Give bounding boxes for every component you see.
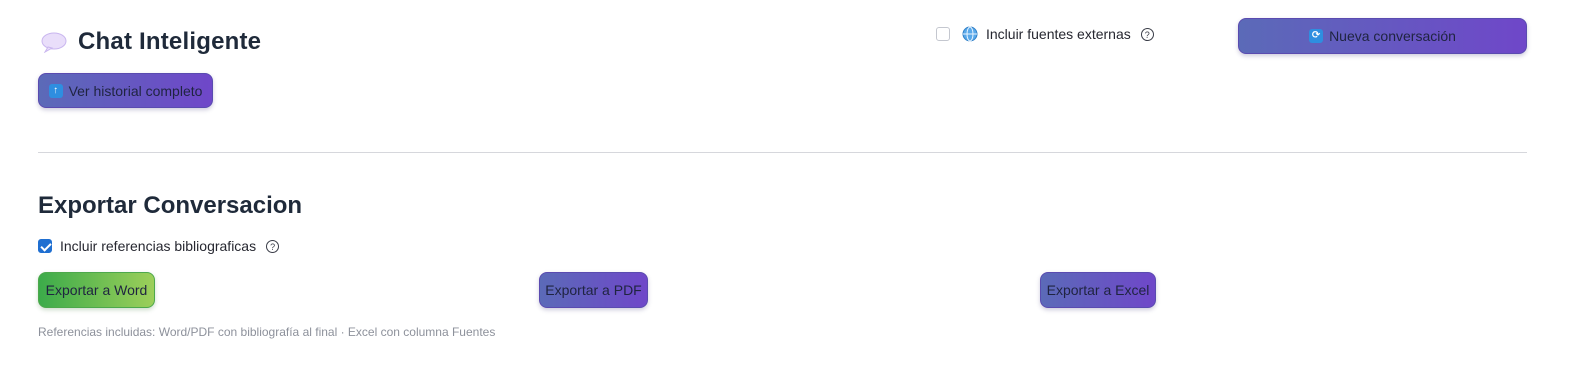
page-header: Chat Inteligente — [40, 28, 261, 56]
external-sources-option[interactable]: Incluir fuentes externas ? — [936, 26, 1154, 42]
export-word-button[interactable]: Exportar a Word — [38, 272, 155, 308]
view-history-button[interactable]: ↑ Ver historial completo — [38, 73, 213, 108]
export-footnote: Referencias incluidas: Word/PDF con bibl… — [38, 325, 496, 339]
help-icon[interactable]: ? — [266, 239, 280, 253]
include-references-label: Incluir referencias bibliograficas — [60, 238, 257, 254]
speech-bubble-icon — [41, 32, 67, 53]
up-arrow-icon: ↑ — [48, 83, 63, 98]
export-excel-label: Exportar a Excel — [1046, 282, 1150, 298]
help-icon[interactable]: ? — [1140, 27, 1154, 41]
refresh-icon: ⟳ — [1309, 29, 1324, 43]
new-conversation-button[interactable]: ⟳ Nueva conversación — [1238, 18, 1527, 54]
section-divider — [38, 152, 1527, 153]
include-references-option[interactable]: Incluir referencias bibliograficas ? — [38, 238, 280, 254]
export-excel-button[interactable]: Exportar a Excel — [1040, 272, 1156, 308]
export-pdf-button[interactable]: Exportar a PDF — [539, 272, 648, 308]
export-section-title: Exportar Conversacion — [38, 192, 303, 219]
external-sources-checkbox[interactable] — [936, 27, 950, 41]
export-pdf-label: Exportar a PDF — [545, 282, 642, 298]
view-history-label: Ver historial completo — [68, 82, 203, 99]
export-word-label: Exportar a Word — [45, 282, 148, 298]
new-conversation-label: Nueva conversación — [1329, 28, 1456, 44]
external-sources-label: Incluir fuentes externas — [986, 26, 1131, 42]
page-title: Chat Inteligente — [78, 28, 262, 55]
globe-icon — [962, 26, 978, 42]
include-references-checkbox[interactable] — [38, 239, 52, 253]
